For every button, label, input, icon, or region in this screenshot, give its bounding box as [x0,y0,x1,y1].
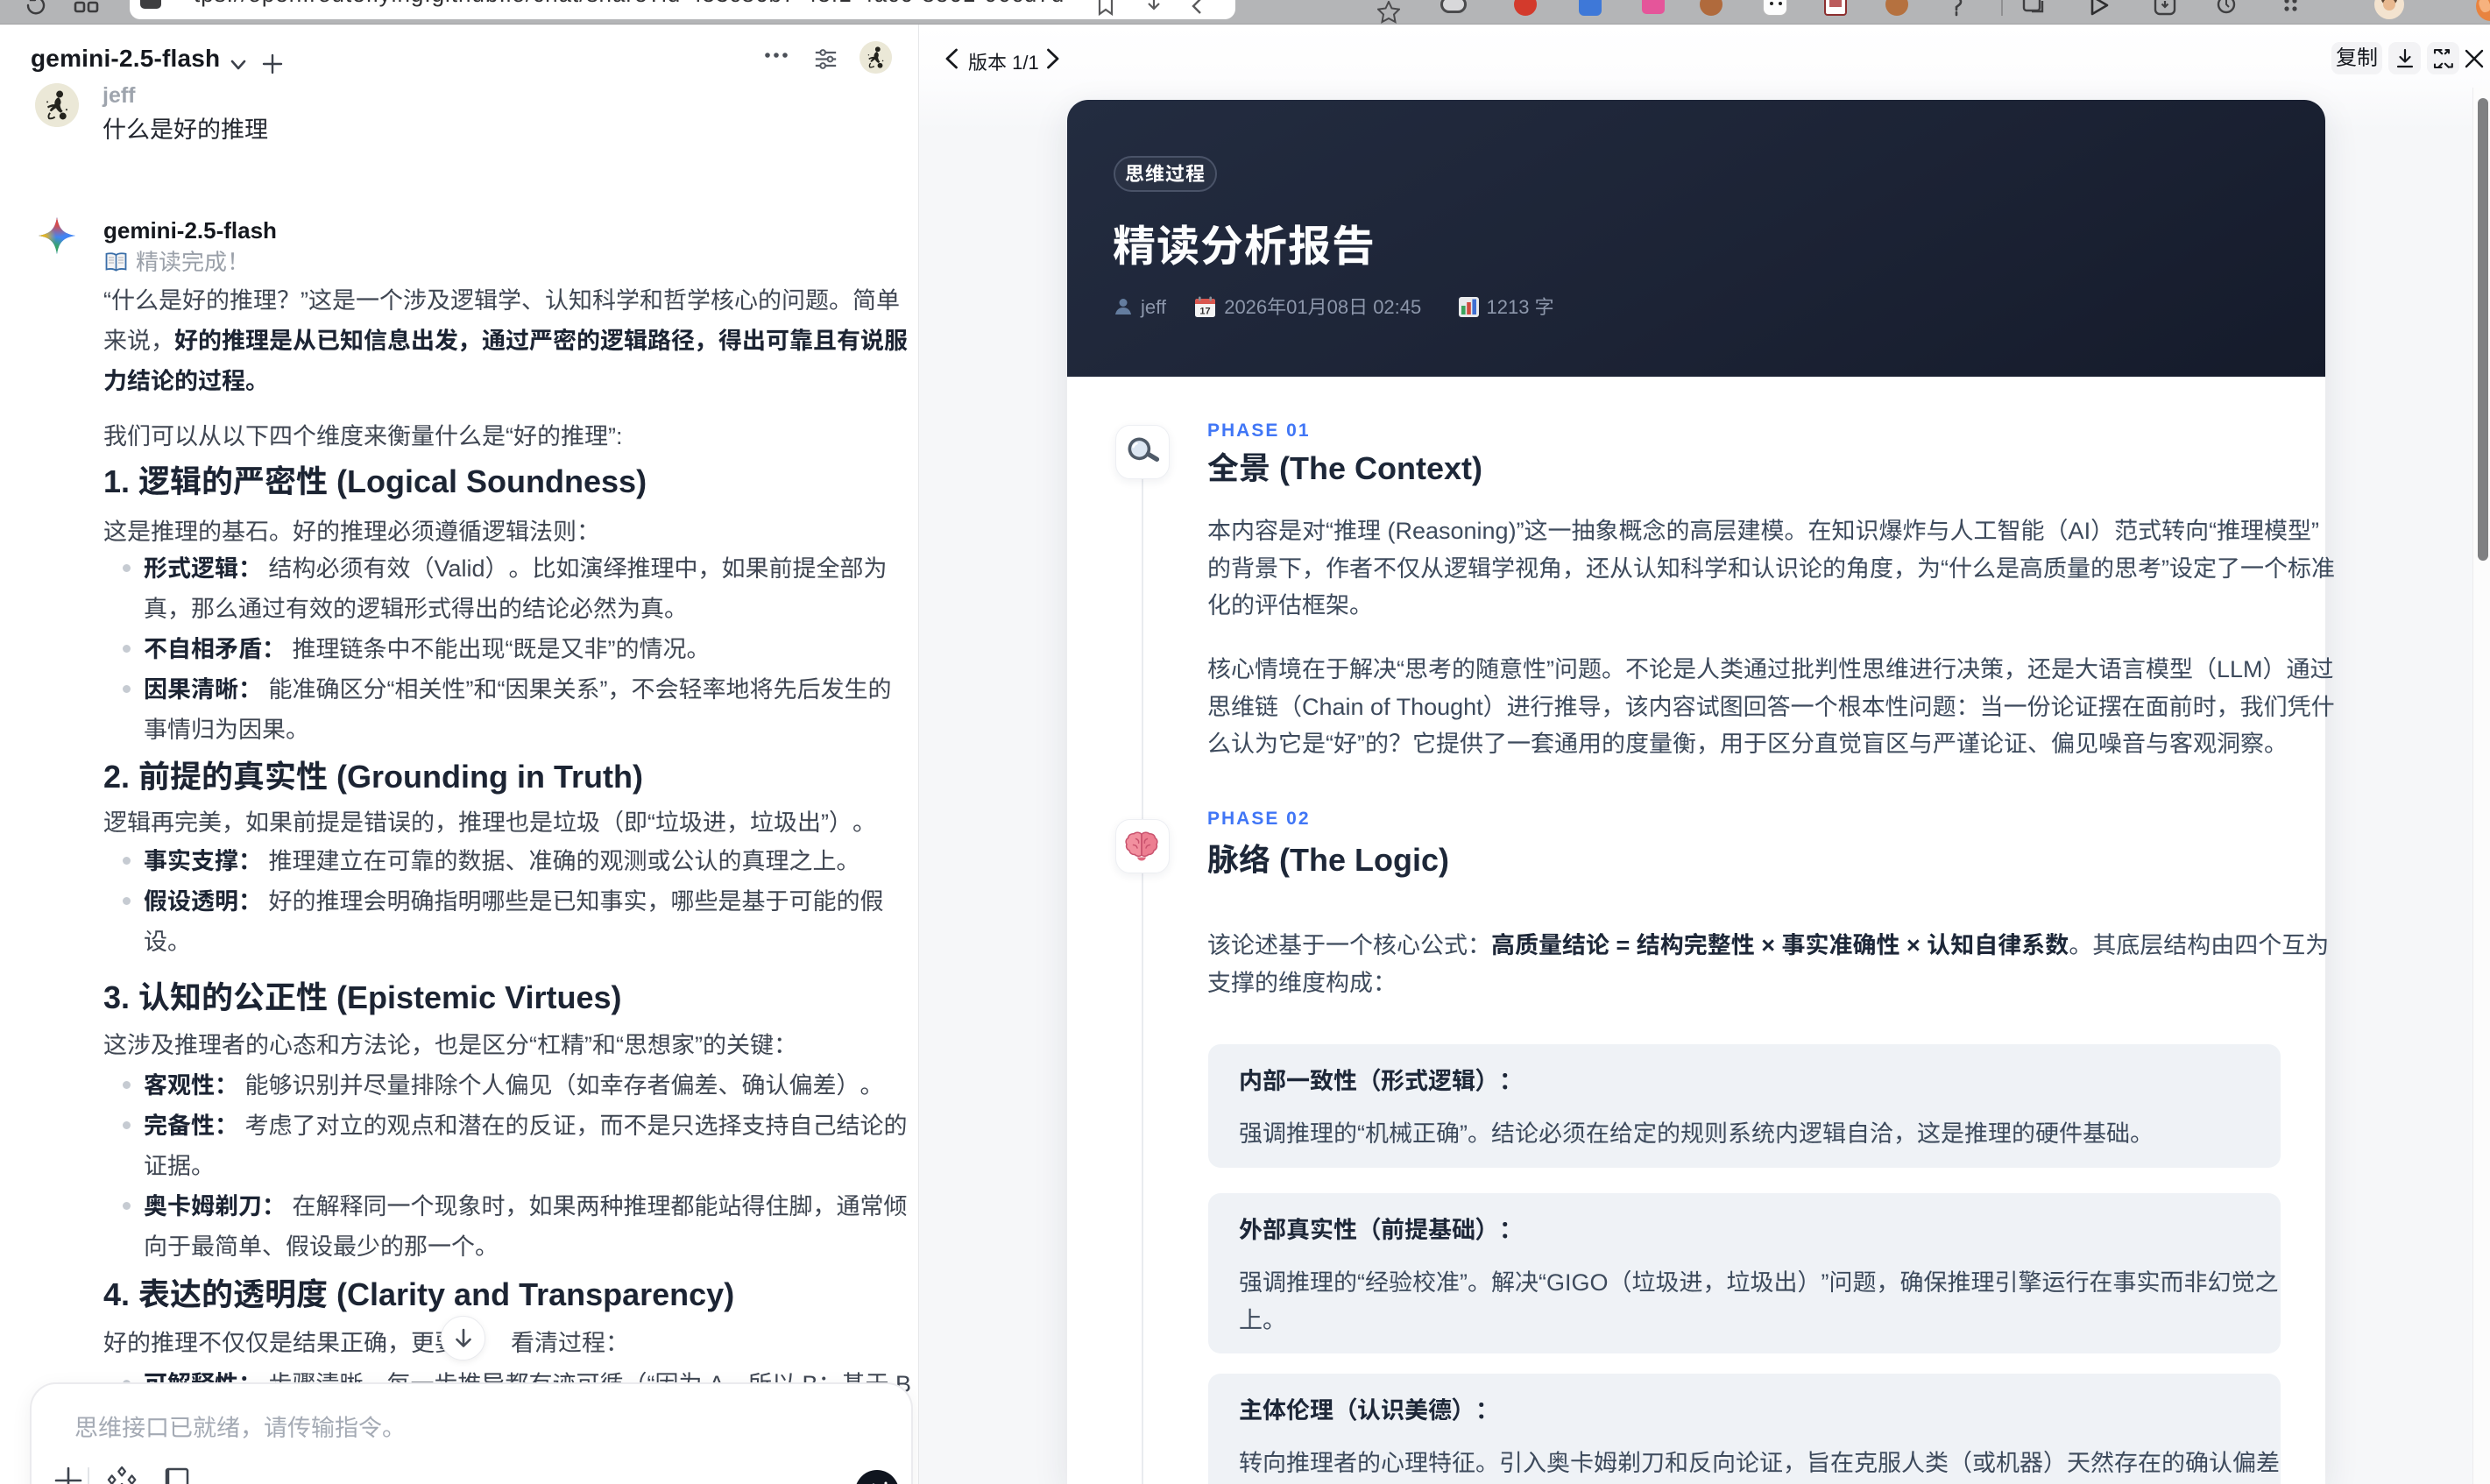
svg-text:17: 17 [1200,307,1211,317]
